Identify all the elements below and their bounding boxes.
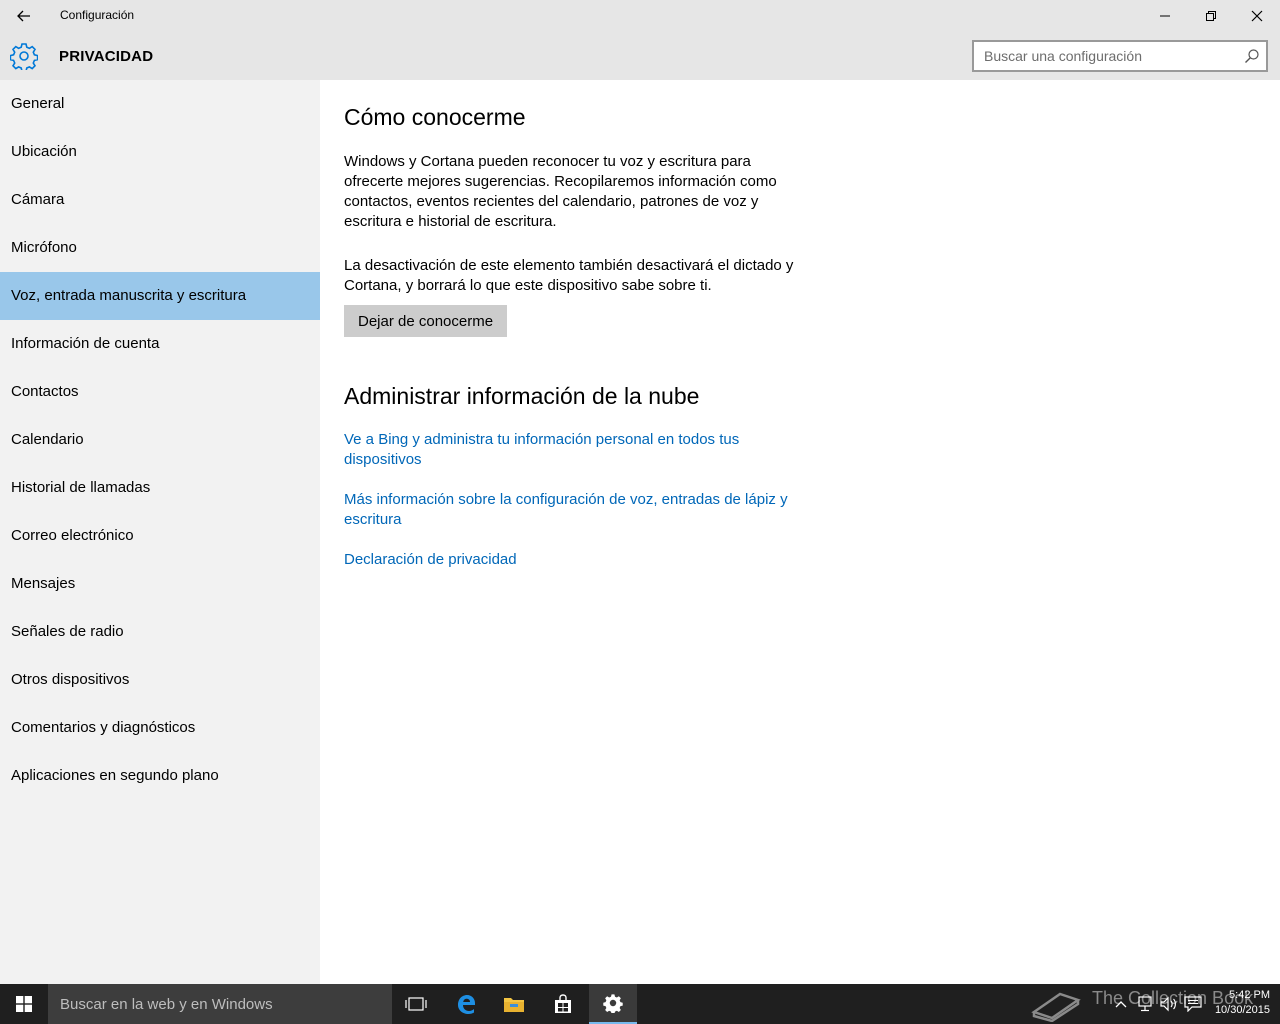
notification-icon xyxy=(1184,996,1202,1012)
restore-button[interactable] xyxy=(1188,0,1234,32)
window-title: Configuración xyxy=(60,8,135,22)
windows-logo-icon xyxy=(16,996,32,1012)
search-icon[interactable] xyxy=(1244,48,1260,64)
settings-search-box[interactable] xyxy=(972,40,1268,72)
volume-tray-button[interactable] xyxy=(1160,996,1178,1012)
settings-header: PRIVACIDAD xyxy=(0,32,1280,80)
sidebar-item-calendario[interactable]: Calendario xyxy=(0,416,320,464)
stop-knowing-me-button[interactable]: Dejar de conocerme xyxy=(344,305,508,337)
sidebar-item-ubicacion[interactable]: Ubicación xyxy=(0,128,320,176)
sidebar-item-camara[interactable]: Cámara xyxy=(0,176,320,224)
show-hidden-icons-button[interactable] xyxy=(1112,996,1130,1012)
section-title-como-conocerme: Cómo conocerme xyxy=(344,104,526,130)
title-bar: Configuración xyxy=(0,0,1280,32)
link-voice-settings-info[interactable]: Más información sobre la configuración d… xyxy=(344,490,804,530)
taskbar: Buscar en la web y en Windows The Collec… xyxy=(0,984,1280,1024)
gear-icon xyxy=(10,43,38,70)
close-button[interactable] xyxy=(1234,0,1280,32)
edge-browser-button[interactable] xyxy=(442,984,490,1024)
sidebar-item-mensajes[interactable]: Mensajes xyxy=(0,560,320,608)
action-center-button[interactable] xyxy=(1184,996,1202,1012)
sidebar-item-aplicaciones-segundo-plano[interactable]: Aplicaciones en segundo plano xyxy=(0,752,320,800)
section-title-nube: Administrar información de la nube xyxy=(344,383,700,409)
file-explorer-button[interactable] xyxy=(490,984,538,1024)
network-icon xyxy=(1138,996,1152,1012)
sidebar-item-contactos[interactable]: Contactos xyxy=(0,368,320,416)
chevron-up-icon xyxy=(1115,1001,1127,1008)
start-button[interactable] xyxy=(0,984,48,1024)
minimize-button[interactable] xyxy=(1142,0,1188,32)
task-view-icon xyxy=(405,997,427,1011)
link-bing-personal-info[interactable]: Ve a Bing y administra tu información pe… xyxy=(344,430,804,470)
sidebar: General Ubicación Cámara Micrófono Voz, … xyxy=(0,80,320,984)
store-icon xyxy=(555,994,571,1013)
sidebar-item-voz-entrada-escritura[interactable]: Voz, entrada manuscrita y escritura xyxy=(0,272,320,320)
sidebar-item-informacion-cuenta[interactable]: Información de cuenta xyxy=(0,320,320,368)
sidebar-item-historial-llamadas[interactable]: Historial de llamadas xyxy=(0,464,320,512)
sidebar-item-general[interactable]: General xyxy=(0,80,320,128)
sidebar-item-microfono[interactable]: Micrófono xyxy=(0,224,320,272)
section-warning-text: La desactivación de este elemento tambié… xyxy=(344,257,794,294)
book-watermark-icon xyxy=(1031,992,1081,1022)
close-icon xyxy=(1251,10,1263,22)
main-content: Cómo conocerme Windows y Cortana pueden … xyxy=(320,80,1280,984)
store-button[interactable] xyxy=(539,984,587,1024)
back-arrow-icon xyxy=(17,10,30,22)
clock-time: 5:42 PM xyxy=(1229,989,1270,1001)
page-title: PRIVACIDAD xyxy=(59,48,154,65)
settings-gear-icon xyxy=(603,994,623,1013)
back-button[interactable] xyxy=(0,0,48,32)
sidebar-item-correo[interactable]: Correo electrónico xyxy=(0,512,320,560)
link-privacy-statement[interactable]: Declaración de privacidad xyxy=(344,550,804,570)
taskbar-clock[interactable]: 5:42 PM 10/30/2015 xyxy=(1215,988,1270,1018)
folder-icon xyxy=(504,998,524,1012)
section-description: Windows y Cortana pueden reconocer tu vo… xyxy=(344,153,777,230)
settings-app-button[interactable] xyxy=(589,984,637,1024)
clock-date: 10/30/2015 xyxy=(1214,1004,1270,1016)
taskbar-search-placeholder: Buscar en la web y en Windows xyxy=(60,996,273,1013)
settings-search-input[interactable] xyxy=(974,42,1234,70)
sidebar-item-senales-radio[interactable]: Señales de radio xyxy=(0,608,320,656)
speaker-icon xyxy=(1160,996,1176,1012)
taskbar-search-box[interactable]: Buscar en la web y en Windows xyxy=(48,984,392,1024)
network-tray-button[interactable] xyxy=(1136,996,1154,1012)
task-view-button[interactable] xyxy=(392,984,440,1024)
sidebar-item-otros-dispositivos[interactable]: Otros dispositivos xyxy=(0,656,320,704)
edge-icon xyxy=(458,995,475,1014)
restore-icon xyxy=(1206,11,1216,21)
sidebar-item-comentarios[interactable]: Comentarios y diagnósticos xyxy=(0,704,320,752)
minimize-icon xyxy=(1160,15,1170,17)
